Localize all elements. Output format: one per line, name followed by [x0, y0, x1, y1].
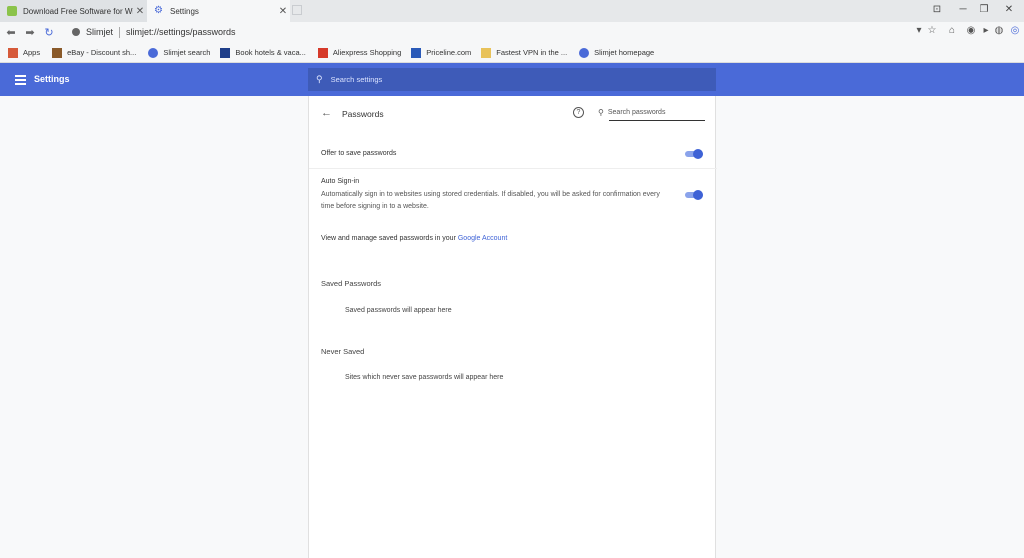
auto-signin-label: Auto Sign-in — [321, 178, 360, 185]
booking-icon — [220, 47, 231, 58]
site-name: Slimjet — [86, 27, 114, 37]
search-icon: ⚲ — [316, 74, 323, 84]
home-icon[interactable]: ⌂ — [945, 25, 959, 36]
tab-title: Settings — [170, 6, 199, 16]
restore-icon[interactable]: ❐ — [977, 4, 991, 15]
never-saved-heading: Never Saved — [321, 347, 365, 356]
close-tab-icon[interactable]: ✕ — [133, 6, 147, 17]
manage-passwords-text: View and manage saved passwords in your … — [321, 235, 507, 242]
auto-signin-description: Automatically sign in to websites using … — [321, 191, 660, 210]
address-separator — [119, 26, 121, 38]
extension-icon[interactable]: ◉ — [964, 25, 978, 36]
google-account-link[interactable]: Google Account — [458, 235, 507, 242]
divider — [309, 168, 717, 169]
clipboard-icon[interactable]: ⊡ — [930, 4, 944, 15]
search-icon: ⚲ — [598, 108, 604, 117]
globe-icon — [148, 47, 159, 58]
ebay-bag-icon — [52, 47, 63, 58]
never-saved-empty: Sites which never save passwords will ap… — [345, 374, 504, 381]
address-bar[interactable]: Slimjet slimjet://settings/passwords — [66, 23, 936, 41]
offer-save-toggle[interactable] — [685, 149, 703, 159]
apps-grid-icon — [8, 47, 18, 58]
bookmark-aliexpress[interactable]: Aliexpress Shopping — [317, 47, 402, 58]
globe-icon — [579, 47, 590, 58]
tab-download-software[interactable]: Download Free Software for Wind ✕ — [0, 0, 147, 22]
settings-search-input[interactable]: ⚲ Search settings — [308, 68, 716, 91]
star-icon[interactable]: ☆ — [925, 25, 939, 36]
bookmark-label: Book hotels & vaca... — [235, 48, 306, 57]
bookmark-slimjet-search[interactable]: Slimjet search — [148, 47, 211, 58]
account-icon[interactable]: ◍ — [992, 25, 1006, 36]
bookmark-label: Priceline.com — [426, 48, 472, 57]
site-info-icon[interactable] — [72, 28, 80, 36]
bookmark-ebay[interactable]: eBay - Discount sh... — [52, 47, 137, 58]
bookmark-label: Fastest VPN in the ... — [496, 48, 568, 57]
close-window-icon[interactable]: ✕ — [1002, 4, 1016, 15]
passwords-card: ← Passwords ? ⚲ Search passwords Offer t… — [308, 96, 717, 558]
forward-arrow-icon[interactable]: ➡ — [22, 26, 38, 39]
back-arrow-icon[interactable]: ⬅ — [3, 26, 19, 39]
menu-icon[interactable] — [15, 75, 26, 85]
priceline-icon — [411, 47, 422, 58]
page-title: Settings — [34, 74, 70, 84]
saved-passwords-heading: Saved Passwords — [321, 279, 382, 288]
bookmark-slimjet-home[interactable]: Slimjet homepage — [579, 47, 655, 58]
input-underline — [609, 120, 705, 121]
search-placeholder: Search settings — [330, 75, 383, 84]
aliexpress-icon — [317, 47, 328, 58]
bookmark-vpn[interactable]: Fastest VPN in the ... — [481, 47, 568, 58]
green-site-icon — [7, 6, 17, 16]
bookmarks-bar: Apps eBay - Discount sh... Slimjet searc… — [0, 43, 1024, 63]
bookmark-priceline[interactable]: Priceline.com — [411, 47, 472, 58]
search-passwords-placeholder: Search passwords — [607, 109, 666, 116]
manage-text: View and manage saved passwords in your — [321, 235, 456, 242]
offer-save-label: Offer to save passwords — [321, 150, 397, 157]
help-icon[interactable]: ? — [573, 107, 584, 118]
bookmark-label: Slimjet homepage — [594, 48, 655, 57]
reload-icon[interactable]: ↻ — [41, 26, 57, 39]
url-text[interactable]: slimjet://settings/passwords — [126, 27, 236, 37]
bookmark-booking[interactable]: Book hotels & vaca... — [220, 47, 306, 58]
bookmark-label: Apps — [23, 48, 41, 57]
tab-strip: Download Free Software for Wind ✕ ⚙ Sett… — [0, 0, 1024, 22]
close-tab-icon[interactable]: ✕ — [276, 6, 290, 17]
dropdown-arrow-icon[interactable]: ▾ — [912, 25, 926, 36]
bookmark-apps[interactable]: Apps — [8, 47, 41, 58]
bookmark-label: Aliexpress Shopping — [332, 48, 402, 57]
auto-signin-toggle[interactable] — [685, 190, 703, 200]
passwords-title: Passwords — [342, 109, 384, 119]
new-tab-button[interactable] — [292, 5, 302, 15]
saved-passwords-empty: Saved passwords will appear here — [345, 307, 452, 314]
bookmark-label: Slimjet search — [163, 48, 211, 57]
folder-icon — [481, 47, 492, 58]
back-arrow-icon[interactable]: ← — [321, 107, 332, 119]
slimjet-icon[interactable]: ◎ — [1008, 25, 1022, 36]
minimize-icon[interactable]: ─ — [956, 4, 970, 15]
tab-title: Download Free Software for Wind — [23, 6, 133, 16]
bookmark-label: eBay - Discount sh... — [67, 48, 137, 57]
chevron-right-icon[interactable]: ▸ — [979, 25, 993, 36]
gear-icon: ⚙ — [154, 5, 163, 16]
search-passwords-input[interactable]: ⚲ Search passwords — [598, 108, 705, 121]
tab-settings[interactable]: ⚙ Settings ✕ — [147, 0, 290, 22]
